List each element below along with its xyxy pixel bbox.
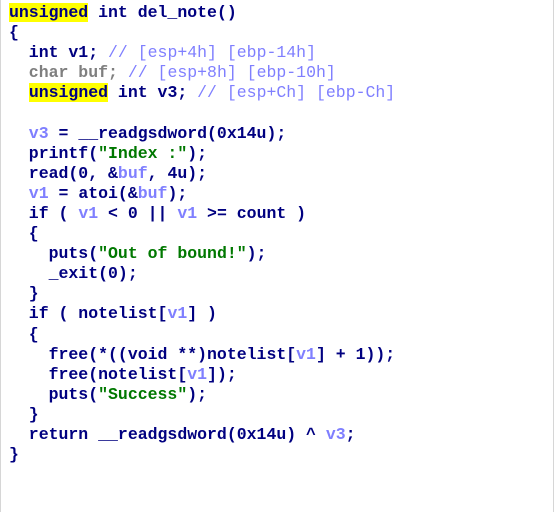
code-line[interactable]: } xyxy=(9,405,395,425)
code-token: v3 xyxy=(9,123,49,143)
code-line[interactable]: unsigned int v3; // [esp+Ch] [ebp-Ch] xyxy=(9,83,395,103)
code-line[interactable]: if ( notelist[v1] ) xyxy=(9,304,395,324)
code-token: return __readgsdword(0x14u) ^ xyxy=(9,424,326,444)
code-token: read(0, & xyxy=(9,163,118,183)
code-line[interactable]: { xyxy=(9,224,395,244)
code-line[interactable]: { xyxy=(9,325,395,345)
code-token: // xyxy=(197,83,227,103)
code-line[interactable]: _exit(0); xyxy=(9,264,395,284)
code-line[interactable]: v1 = atoi(&buf); xyxy=(9,184,395,204)
code-token: v1 xyxy=(187,364,208,384)
code-token: int v1; xyxy=(9,43,109,63)
code-token: v3 xyxy=(325,424,346,444)
code-line[interactable]: read(0, &buf, 4u); xyxy=(9,164,395,184)
pseudocode-listing[interactable]: unsigned int del_note(){ int v1; // [esp… xyxy=(9,3,395,465)
code-token: int del_note() xyxy=(88,3,237,22)
code-token: free(notelist[ xyxy=(9,364,188,384)
code-token: if ( xyxy=(9,203,79,223)
code-token: ); xyxy=(187,384,208,404)
code-line[interactable]: char buf; // [esp+8h] [ebp-10h] xyxy=(9,63,395,83)
code-token: { xyxy=(9,324,39,344)
code-token: // xyxy=(127,63,158,83)
code-token: v1 xyxy=(78,203,99,223)
code-token: = __readgsdword(0x14u); xyxy=(48,123,287,143)
code-line[interactable]: printf("Index :"); xyxy=(9,144,395,164)
code-line[interactable]: puts("Success"); xyxy=(9,385,395,405)
code-token: ] ) xyxy=(187,304,217,324)
code-token: ); xyxy=(246,244,267,264)
code-token: char buf; xyxy=(9,63,128,83)
code-token: = atoi(& xyxy=(48,183,138,203)
code-token: ]); xyxy=(207,364,237,384)
code-line[interactable]: puts("Out of bound!"); xyxy=(9,244,395,264)
code-token: unsigned xyxy=(9,3,89,22)
code-line[interactable]: { xyxy=(9,23,395,43)
code-token: v1 xyxy=(9,183,49,203)
code-line[interactable]: } xyxy=(9,284,395,304)
code-token: unsigned xyxy=(28,83,109,103)
code-token: int v3; xyxy=(108,83,198,103)
code-token: buf xyxy=(117,163,148,183)
code-token: >= count ) xyxy=(197,203,307,223)
code-line[interactable]: unsigned int del_note() xyxy=(9,3,395,23)
code-line[interactable]: int v1; // [esp+4h] [ebp-14h] xyxy=(9,43,395,63)
code-token: // xyxy=(108,43,138,63)
code-token: v1 xyxy=(167,304,188,324)
code-token: if ( notelist[ xyxy=(9,304,168,324)
code-token: "Out of bound!" xyxy=(98,244,247,264)
code-line[interactable]: } xyxy=(9,445,395,465)
code-line[interactable] xyxy=(9,103,395,123)
code-token: [esp+4h] [ebp-14h] xyxy=(137,43,316,63)
code-token: "Index :" xyxy=(98,143,188,163)
code-token: "Success" xyxy=(98,384,188,404)
code-token: { xyxy=(9,23,19,43)
code-token: printf( xyxy=(9,143,99,163)
code-token: puts( xyxy=(9,384,99,404)
code-token: ] + 1)); xyxy=(315,344,396,364)
code-token: ); xyxy=(187,143,208,163)
code-token: } xyxy=(9,284,39,304)
code-line[interactable]: v3 = __readgsdword(0x14u); xyxy=(9,124,395,144)
code-token: } xyxy=(9,445,19,465)
code-token: free(*((void **)notelist[ xyxy=(9,344,297,364)
code-token: [esp+Ch] [ebp-Ch] xyxy=(226,83,396,103)
code-line[interactable]: free(notelist[v1]); xyxy=(9,365,395,385)
code-token: ); xyxy=(167,183,188,203)
code-token: ; xyxy=(345,424,356,444)
code-token: , 4u); xyxy=(147,163,208,183)
pseudocode-view[interactable]: unsigned int del_note(){ int v1; // [esp… xyxy=(0,0,554,512)
code-token: v1 xyxy=(177,203,198,223)
code-token: _exit(0); xyxy=(9,264,138,284)
code-token: puts( xyxy=(9,244,99,264)
code-token: < 0 || xyxy=(98,203,178,223)
code-line[interactable]: free(*((void **)notelist[v1] + 1)); xyxy=(9,344,396,365)
code-token: buf xyxy=(137,183,168,203)
code-token: } xyxy=(9,404,39,424)
code-token: v1 xyxy=(296,344,316,364)
code-token: [esp+8h] [ebp-10h] xyxy=(157,63,336,83)
code-line[interactable]: if ( v1 < 0 || v1 >= count ) xyxy=(9,204,395,224)
code-line[interactable]: return __readgsdword(0x14u) ^ v3; xyxy=(9,425,395,445)
code-token: { xyxy=(9,224,39,244)
